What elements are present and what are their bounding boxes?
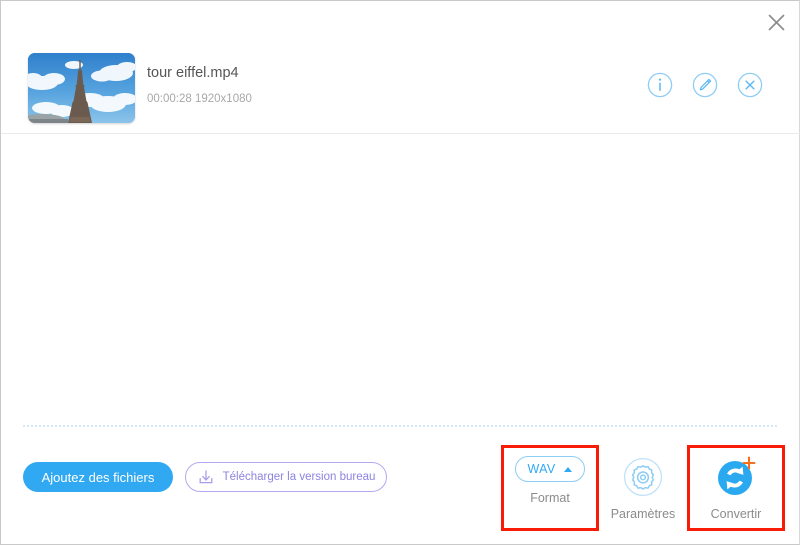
add-files-label: Ajoutez des fichiers — [41, 469, 155, 485]
download-desktop-button[interactable]: Télécharger la version bureau — [185, 462, 387, 492]
remove-button[interactable] — [736, 71, 763, 98]
file-actions — [646, 71, 763, 98]
file-name: tour eiffel.mp4 — [147, 65, 239, 81]
toolbar-actions: WAV Format Paramètres Convertir — [501, 445, 785, 531]
format-label: Format — [530, 491, 570, 505]
convert-icon-wrap — [715, 456, 757, 498]
chevron-up-icon — [564, 466, 573, 472]
bottom-toolbar: Ajoutez des fichiers Télécharger la vers… — [1, 434, 799, 544]
info-button[interactable] — [646, 71, 673, 98]
add-files-button[interactable]: Ajoutez des fichiers — [23, 462, 173, 492]
toolbar-separator — [782, 450, 783, 516]
convert-label: Convertir — [710, 507, 762, 521]
eiffel-tower-thumbnail-image — [28, 53, 135, 123]
close-circle-icon — [737, 72, 762, 97]
toolbar-divider — [23, 425, 777, 428]
format-selector[interactable]: WAV Format — [501, 445, 599, 531]
close-icon — [768, 14, 784, 30]
converter-window: tour eiffel.mp4 00:00:28 1920x1080 Ajout… — [0, 0, 800, 545]
edit-icon — [692, 72, 717, 97]
format-pill[interactable]: WAV — [515, 456, 585, 482]
format-value: WAV — [527, 462, 556, 476]
gear-icon — [623, 457, 663, 497]
sparkle-icon — [742, 456, 756, 470]
edit-button[interactable] — [691, 71, 718, 98]
settings-label: Paramètres — [610, 507, 676, 521]
settings-icon-wrap — [623, 456, 663, 498]
close-button[interactable] — [763, 9, 789, 35]
file-specs: 00:00:28 1920x1080 — [147, 93, 252, 105]
convert-button[interactable]: Convertir — [687, 445, 785, 531]
settings-button[interactable]: Paramètres — [597, 448, 689, 528]
download-desktop-label: Télécharger la version bureau — [222, 471, 376, 483]
file-thumbnail — [28, 53, 135, 123]
file-metadata: tour eiffel.mp4 00:00:28 1920x1080 — [147, 63, 252, 107]
download-icon — [199, 470, 213, 484]
info-icon — [647, 72, 672, 97]
file-list-row: tour eiffel.mp4 00:00:28 1920x1080 — [1, 43, 800, 134]
